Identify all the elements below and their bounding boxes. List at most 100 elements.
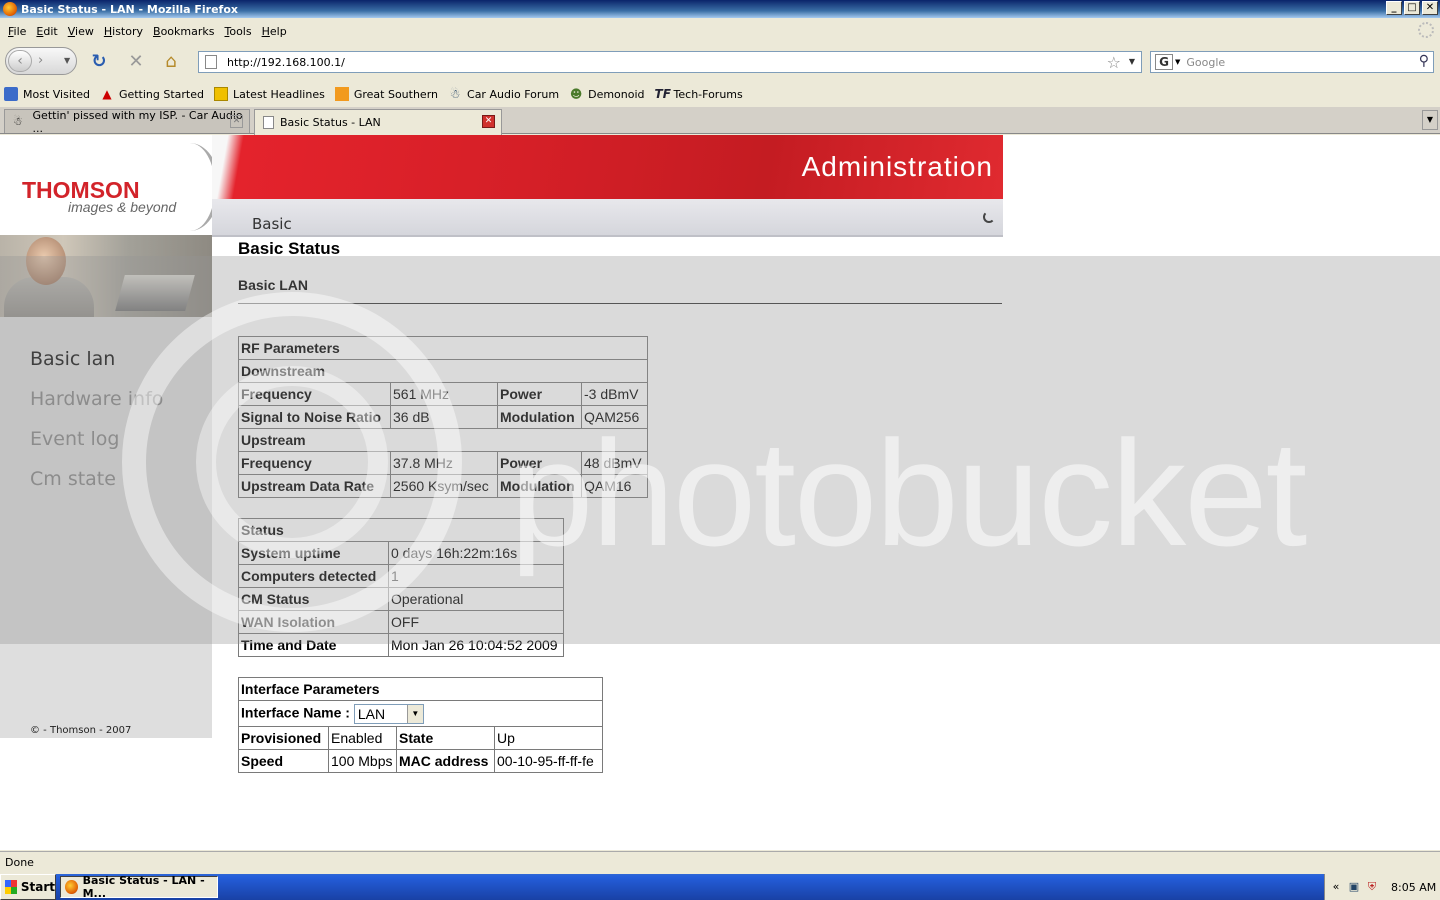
- snr-label: Signal to Noise Ratio: [238, 405, 391, 429]
- sidebar: Basic lan Hardware info Event log Cm sta…: [0, 235, 212, 738]
- search-bar[interactable]: G ▼ Google ⚲: [1150, 51, 1434, 73]
- us-rate-value: 2560 Ksym/sec: [390, 474, 498, 498]
- taskbar-item-firefox[interactable]: Basic Status - LAN - M...: [60, 874, 218, 900]
- interface-parameters-table: Interface Parameters Interface Name : LA…: [238, 677, 603, 773]
- menu-bookmarks[interactable]: Bookmarks: [153, 25, 214, 38]
- menu-view[interactable]: View: [68, 25, 94, 38]
- modulation-value: QAM256: [581, 405, 648, 429]
- page-icon: [205, 55, 217, 69]
- bookmark-most-visited[interactable]: Most Visited: [4, 87, 90, 101]
- tray-expand-icon[interactable]: «: [1329, 880, 1343, 894]
- orange-square-icon: [334, 87, 349, 101]
- search-icon[interactable]: ⚲: [1419, 53, 1429, 69]
- sidebar-menu: Basic lan Hardware info Event log Cm sta…: [30, 345, 163, 505]
- photo-person-head: [26, 237, 66, 285]
- interface-name-select[interactable]: LAN ▼: [353, 703, 424, 724]
- time-date-value: Mon Jan 26 10:04:52 2009: [388, 633, 564, 657]
- subnav-basic[interactable]: Basic: [252, 215, 292, 233]
- back-button[interactable]: ‹: [8, 50, 32, 72]
- speed-label: Speed: [238, 749, 329, 773]
- upstream-label: Upstream: [238, 428, 648, 452]
- url-dropdown-icon[interactable]: ▼: [1129, 57, 1135, 66]
- ds-power-value: -3 dBmV: [581, 382, 648, 406]
- status-title: Status: [238, 518, 564, 542]
- close-button[interactable]: ✕: [1422, 1, 1438, 15]
- table-row: Upstream Data Rate 2560 Ksym/sec Modulat…: [238, 474, 648, 498]
- table-row: Interface Name : LAN ▼: [238, 700, 603, 727]
- start-button[interactable]: Start: [0, 874, 56, 900]
- us-rate-label: Upstream Data Rate: [238, 474, 391, 498]
- search-engine-dropdown-icon[interactable]: ▼: [1175, 58, 1180, 66]
- maximize-button[interactable]: □: [1404, 1, 1420, 15]
- logo-tagline: images & beyond: [68, 199, 177, 215]
- bookmark-label: Demonoid: [588, 87, 645, 101]
- tab-bar: ☃ Gettin' pissed with my ISP. - Car Audi…: [0, 107, 1440, 135]
- search-input[interactable]: Google: [1186, 56, 1225, 69]
- main-panel: Basic Status Basic LAN: [238, 239, 1002, 304]
- bookmark-label: Tech-Forums: [673, 87, 743, 101]
- home-icon[interactable]: ⌂: [160, 52, 182, 74]
- sidebar-item-cm-state[interactable]: Cm state: [30, 465, 163, 505]
- sidebar-item-basic-lan[interactable]: Basic lan: [30, 345, 163, 385]
- car-audio-icon: ☃: [449, 87, 461, 101]
- status-text: Done: [5, 856, 34, 869]
- tab-basic-status[interactable]: Basic Status - LAN ✕: [254, 109, 502, 135]
- tab-car-audio[interactable]: ☃ Gettin' pissed with my ISP. - Car Audi…: [4, 109, 250, 135]
- uptime-label: System uptime: [238, 541, 389, 565]
- bookmark-demonoid[interactable]: ☻ Demonoid: [569, 87, 645, 101]
- menu-file[interactable]: File: [8, 25, 26, 38]
- bookmark-latest-headlines[interactable]: Latest Headlines: [214, 87, 325, 101]
- table-row: RF Parameters: [238, 336, 648, 360]
- menu-history[interactable]: History: [104, 25, 143, 38]
- state-label: State: [396, 726, 495, 750]
- status-table: Status System uptime 0 days 16h:22m:16s C…: [238, 518, 564, 657]
- us-power-label: Power: [497, 451, 582, 475]
- search-engine-icon[interactable]: G: [1155, 54, 1173, 70]
- sub-navigation-bar: Basic: [212, 199, 1003, 237]
- sidebar-item-event-log[interactable]: Event log: [30, 425, 163, 465]
- minimize-button[interactable]: _: [1386, 1, 1402, 15]
- forward-button[interactable]: ›: [38, 53, 43, 68]
- bookmark-star-icon[interactable]: ☆: [1107, 53, 1121, 72]
- bookmark-tech-forums[interactable]: TF Tech-Forums: [655, 87, 743, 101]
- history-dropdown-icon[interactable]: ▼: [64, 56, 70, 65]
- sidebar-item-hardware-info[interactable]: Hardware info: [30, 385, 163, 425]
- logo-area: THOMSON images & beyond: [0, 135, 240, 235]
- wan-isolation-value: OFF: [388, 610, 564, 634]
- downstream-label: Downstream: [238, 359, 648, 383]
- stop-icon[interactable]: ✕: [125, 52, 147, 74]
- bookmark-label: Car Audio Forum: [467, 87, 560, 101]
- header-banner: Administration: [212, 135, 1003, 199]
- url-text[interactable]: http://192.168.100.1/: [227, 56, 345, 69]
- bookmark-getting-started[interactable]: ▲ Getting Started: [100, 87, 204, 101]
- close-tab-icon[interactable]: ✕: [230, 115, 243, 128]
- taskbar: Start Basic Status - LAN - M... « ▣ ⛨ 8:…: [0, 874, 1440, 900]
- bookmark-great-southern[interactable]: Great Southern: [334, 87, 438, 101]
- window-title: Basic Status - LAN - Mozilla Firefox: [21, 2, 238, 16]
- menu-bar: File Edit View History Bookmarks Tools H…: [0, 20, 1440, 42]
- tf-icon: TF: [654, 87, 671, 101]
- copyright: © - Thomson - 2007: [30, 725, 132, 736]
- menu-help[interactable]: Help: [262, 25, 287, 38]
- header-photo: [0, 235, 212, 317]
- taskbar-item-label: Basic Status - LAN - M...: [82, 874, 205, 900]
- menu-edit[interactable]: Edit: [36, 25, 57, 38]
- url-bar[interactable]: http://192.168.100.1/ ☆ ▼: [198, 51, 1142, 73]
- table-row: Signal to Noise Ratio 36 dB Modulation Q…: [238, 405, 648, 429]
- bookmark-car-audio-forum[interactable]: ☃ Car Audio Forum: [448, 87, 559, 101]
- cm-status-label: CM Status: [238, 587, 389, 611]
- tab-list-dropdown-icon[interactable]: ▼: [1422, 110, 1438, 130]
- window-title-bar[interactable]: Basic Status - LAN - Mozilla Firefox _ □…: [0, 0, 1440, 18]
- select-arrow-icon[interactable]: ▼: [406, 704, 423, 723]
- close-tab-icon[interactable]: ✕: [482, 115, 495, 128]
- start-label: Start: [20, 880, 55, 894]
- menu-tools[interactable]: Tools: [224, 25, 251, 38]
- network-icon[interactable]: ▣: [1347, 880, 1361, 894]
- interface-name-label: Interface Name :: [241, 704, 350, 721]
- web-content: THOMSON images & beyond Administration B…: [0, 135, 1440, 850]
- security-shield-icon[interactable]: ⛨: [1365, 880, 1379, 894]
- demonoid-icon: ☻: [569, 87, 583, 101]
- modulation-label: Modulation: [497, 405, 582, 429]
- computers-value: 1: [388, 564, 564, 588]
- reload-icon[interactable]: ↻: [88, 52, 110, 74]
